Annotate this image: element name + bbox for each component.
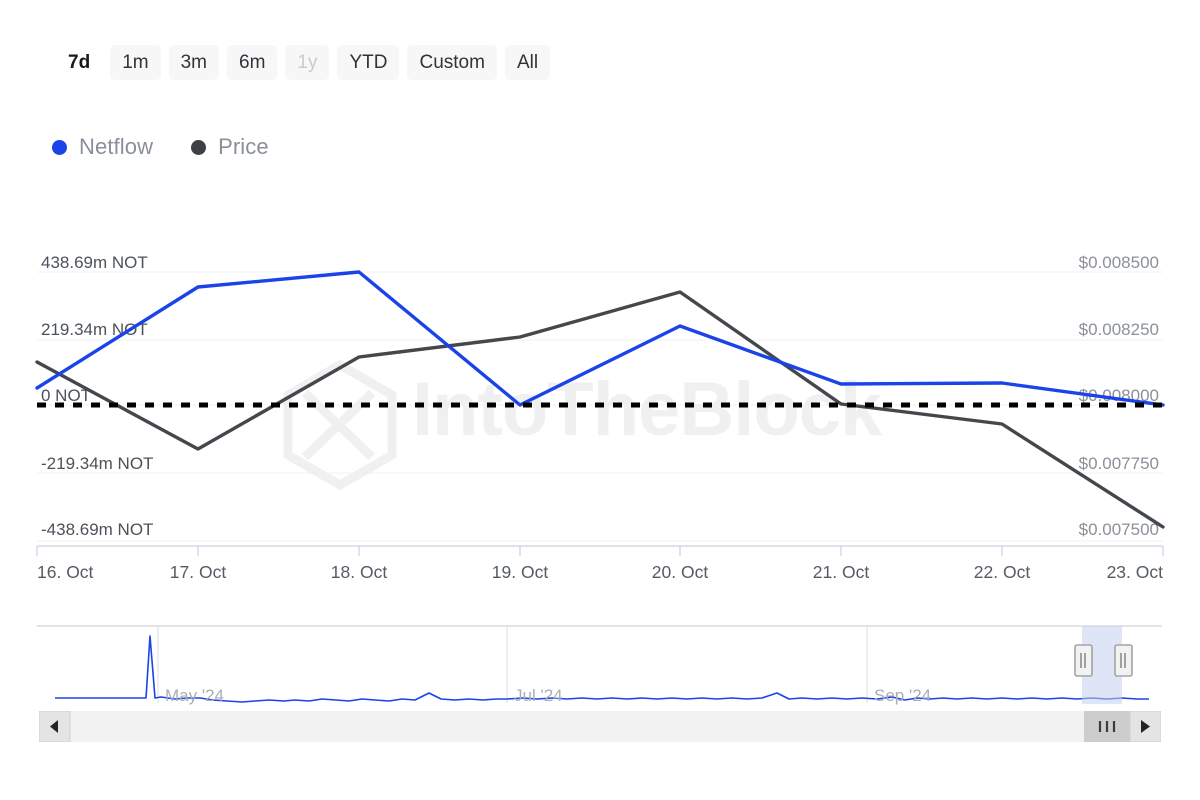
svg-text:$0.008250: $0.008250 [1079,320,1159,339]
svg-text:19. Oct: 19. Oct [492,562,549,582]
x-axis [37,546,1163,556]
navigator-handle-left[interactable] [1075,645,1092,676]
svg-text:23. Oct: 23. Oct [1107,562,1164,582]
svg-text:May '24: May '24 [165,686,224,705]
chart-scrollbar[interactable] [39,711,1161,742]
svg-text:-219.34m NOT: -219.34m NOT [41,454,153,473]
watermark: IntoTheBlock [288,365,883,485]
svg-text:18. Oct: 18. Oct [331,562,388,582]
svg-text:17. Oct: 17. Oct [170,562,227,582]
svg-text:438.69m NOT: 438.69m NOT [41,253,148,272]
watermark-text: IntoTheBlock [412,367,883,452]
svg-text:$0.007500: $0.007500 [1079,520,1159,539]
svg-text:21. Oct: 21. Oct [813,562,870,582]
svg-text:$0.008500: $0.008500 [1079,253,1159,272]
svg-text:$0.007750: $0.007750 [1079,454,1159,473]
scrollbar-button-right[interactable] [1130,711,1161,742]
svg-text:Jul '24: Jul '24 [514,686,563,705]
chart-navigator[interactable]: May '24 Jul '24 Sep '24 [37,621,1162,709]
svg-text:Sep '24: Sep '24 [874,686,931,705]
x-axis-labels: 16. Oct 17. Oct 18. Oct 19. Oct 20. Oct … [37,562,1163,582]
svg-text:-438.69m NOT: -438.69m NOT [41,520,153,539]
svg-text:16. Oct: 16. Oct [37,562,94,582]
svg-text:20. Oct: 20. Oct [652,562,709,582]
scrollbar-track[interactable] [39,711,1161,742]
scrollbar-thumb[interactable] [1084,711,1130,742]
scrollbar-button-left[interactable] [39,711,70,742]
svg-text:22. Oct: 22. Oct [974,562,1031,582]
navigator-handle-right[interactable] [1115,645,1132,676]
